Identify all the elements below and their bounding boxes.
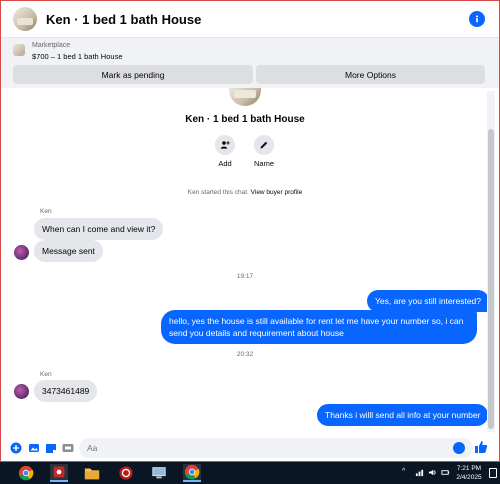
avatar[interactable]	[14, 245, 29, 260]
photo-icon[interactable]	[28, 442, 40, 454]
listing-thumbnail[interactable]	[13, 7, 37, 31]
message-bubble-incoming[interactable]: When can I come and view it?	[34, 218, 164, 240]
timestamp: 20:32	[236, 351, 254, 358]
security-app-icon[interactable]	[117, 464, 135, 482]
conversation-title: Ken · 1 bed 1 bath House	[185, 114, 305, 125]
plus-icon[interactable]	[10, 442, 22, 454]
timestamp: 19:17	[236, 273, 254, 280]
message-input[interactable]	[79, 438, 473, 458]
app-icon-red[interactable]	[50, 464, 68, 482]
view-buyer-profile-link[interactable]: View buyer profile	[251, 189, 303, 196]
info-icon[interactable]	[469, 11, 485, 27]
pencil-icon[interactable]	[254, 135, 274, 155]
clock-time: 7:21 PM	[456, 465, 482, 472]
notifications-icon[interactable]	[489, 468, 497, 478]
show-hidden-icons[interactable]: ^	[402, 468, 405, 475]
message-bubble-outgoing[interactable]: hello, yes the house is still available …	[161, 310, 477, 344]
sender-name: Ken	[40, 208, 52, 215]
name-action[interactable]: Name	[244, 135, 284, 168]
more-options-button[interactable]: More Options	[256, 65, 485, 84]
mark-as-pending-button[interactable]: Mark as pending	[13, 65, 253, 84]
marketplace-panel: Marketplace $700 – 1 bed 1 bath House Ma…	[1, 38, 499, 88]
sender-name: Ken	[40, 371, 52, 378]
windows-taskbar: ^ 7:21 PM 2/4/2025	[0, 462, 500, 484]
message-composer	[1, 435, 499, 461]
message-input-wrapper[interactable]	[79, 438, 473, 458]
add-label: Add	[218, 159, 232, 168]
listing-photo	[229, 88, 261, 106]
network-icon[interactable]	[415, 468, 424, 479]
messenger-window: Ken · 1 bed 1 bath House Marketplace $70…	[0, 0, 500, 462]
chat-scrollbar[interactable]	[487, 91, 495, 432]
chat-header: Ken · 1 bed 1 bath House	[1, 1, 499, 38]
computer-app-icon[interactable]	[150, 464, 168, 482]
chrome-icon[interactable]	[17, 464, 35, 482]
thumbs-up-icon[interactable]	[474, 440, 488, 454]
chat-title[interactable]: Ken · 1 bed 1 bath House	[46, 12, 201, 27]
emoji-icon[interactable]	[453, 442, 465, 454]
add-person-icon[interactable]	[215, 135, 235, 155]
name-label: Name	[253, 159, 274, 168]
gif-icon[interactable]	[62, 442, 74, 454]
scrollbar-thumb[interactable]	[488, 129, 494, 429]
battery-icon[interactable]	[441, 468, 450, 479]
message-bubble-outgoing[interactable]: Yes, are you still interested?	[367, 290, 489, 312]
add-action[interactable]: Add	[205, 135, 245, 168]
avatar[interactable]	[14, 384, 29, 399]
file-explorer-icon[interactable]	[83, 464, 101, 482]
message-bubble-outgoing[interactable]: Thanks i willl send all info at your num…	[317, 404, 489, 426]
message-bubble-incoming[interactable]: 3473461489	[34, 380, 98, 402]
volume-icon[interactable]	[428, 468, 437, 479]
system-clock[interactable]: 7:21 PM 2/4/2025	[453, 464, 485, 482]
listing-price-title[interactable]: $700 – 1 bed 1 bath House	[32, 52, 123, 61]
clock-date: 2/4/2025	[456, 474, 482, 481]
message-list: Ken · 1 bed 1 bath House Add Name Ken st…	[1, 88, 489, 435]
listing-mini-thumbnail	[13, 44, 25, 56]
chat-started-notice: Ken started this chat. View buyer profil…	[187, 189, 303, 196]
message-bubble-incoming[interactable]: Message sent	[34, 240, 103, 262]
chrome-active-icon[interactable]	[183, 464, 201, 482]
marketplace-label: Marketplace	[32, 42, 71, 49]
sticker-icon[interactable]	[45, 442, 57, 454]
